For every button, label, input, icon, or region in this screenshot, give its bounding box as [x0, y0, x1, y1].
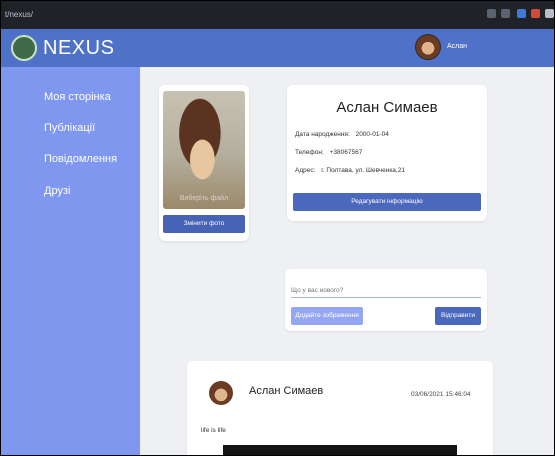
address-row: Адрес: г. Полтава, ул. Шевченка,21 [295, 167, 405, 174]
post-avatar[interactable] [209, 381, 233, 405]
extension-gray-icon[interactable] [545, 9, 554, 18]
address-value: г. Полтава, ул. Шевченка,21 [321, 167, 405, 174]
profile-info-card: Аслан Симаев Дата народження: 2000-01-04… [287, 85, 487, 221]
composer-card: Додайте зображення Відправити [285, 269, 487, 331]
sidebar-item-publications[interactable]: Публікації [44, 122, 95, 134]
star-icon[interactable] [501, 9, 510, 18]
change-photo-button[interactable]: Змінити фото [163, 215, 245, 233]
address-label: Адрес: [295, 167, 316, 174]
post-author[interactable]: Аслан Симаев [249, 385, 323, 397]
birth-row: Дата народження: 2000-01-04 [295, 131, 389, 138]
send-button[interactable]: Відправити [435, 307, 481, 325]
post-input[interactable] [291, 283, 481, 298]
choose-file-button[interactable]: Виберіть файл [159, 195, 249, 202]
profile-photo [163, 91, 245, 209]
browser-url[interactable]: t/nexus/ [5, 10, 33, 19]
share-icon[interactable] [487, 9, 496, 18]
birth-value: 2000-01-04 [355, 131, 389, 138]
sidebar-item-messages[interactable]: Повідомлення [44, 153, 117, 165]
post-card: Аслан Симаев 03/06/2021 15:46:04 life is… [187, 361, 493, 455]
browser-bar: t/nexus/ [1, 1, 554, 30]
header-user-name[interactable]: Аслан [447, 43, 467, 50]
add-image-button[interactable]: Додайте зображення [291, 307, 363, 325]
sidebar-item-my-page[interactable]: Моя сторінка [44, 91, 111, 103]
header-avatar[interactable] [415, 34, 441, 60]
edit-info-button[interactable]: Редагувати інформацію [293, 193, 481, 211]
logo-icon [11, 35, 37, 61]
extension-red-icon[interactable] [531, 9, 540, 18]
phone-value: +38067567 [329, 149, 363, 156]
birth-label: Дата народження: [295, 131, 350, 138]
top-header: NEXUS Аслан [1, 29, 554, 67]
photo-card: Виберіть файл Змінити фото [159, 85, 249, 241]
app-window: t/nexus/ NEXUS Аслан Моя сторінка Публік… [0, 0, 555, 456]
phone-row: Телефон: +38067567 [295, 149, 362, 156]
phone-label: Телефон: [295, 149, 324, 156]
profile-name: Аслан Симаев [336, 99, 438, 116]
sidebar: Моя сторінка Публікації Повідомлення Дру… [1, 67, 140, 455]
post-text: life is life [201, 427, 226, 434]
extension-icon[interactable] [517, 9, 526, 18]
brand-name[interactable]: NEXUS [43, 37, 114, 60]
sidebar-item-friends[interactable]: Друзі [44, 185, 70, 197]
post-timestamp: 03/06/2021 15:46:04 [411, 391, 471, 398]
post-image[interactable] [223, 445, 457, 455]
